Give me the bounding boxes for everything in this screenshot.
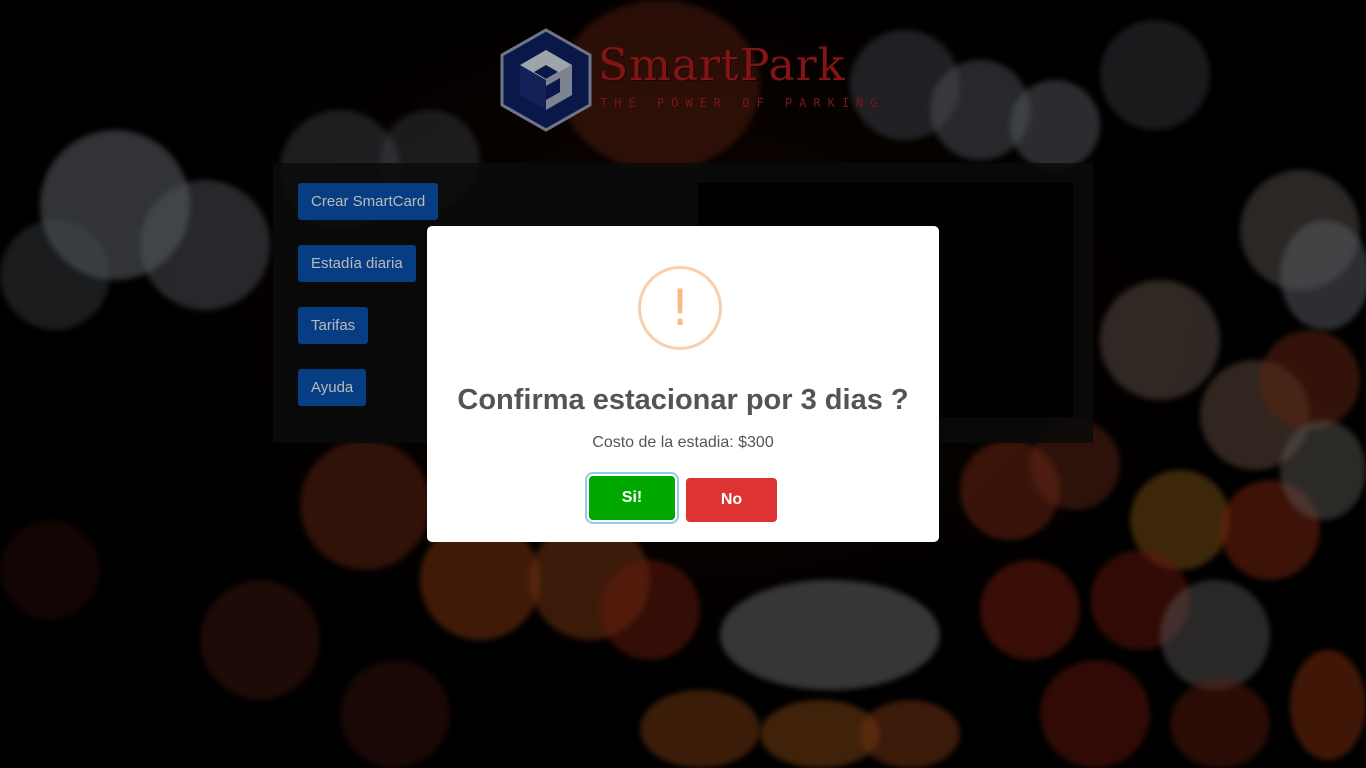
dialog-title: Confirma estacionar por 3 dias ? <box>457 384 909 416</box>
confirm-dialog: ! Confirma estacionar por 3 dias ? Costo… <box>427 226 939 542</box>
dialog-text: Costo de la estadia: $300 <box>592 434 774 451</box>
warning-mark: ! <box>669 279 691 337</box>
cancel-button[interactable]: No <box>686 478 777 522</box>
confirm-button[interactable]: Si! <box>589 476 675 520</box>
warning-icon: ! <box>638 266 722 350</box>
